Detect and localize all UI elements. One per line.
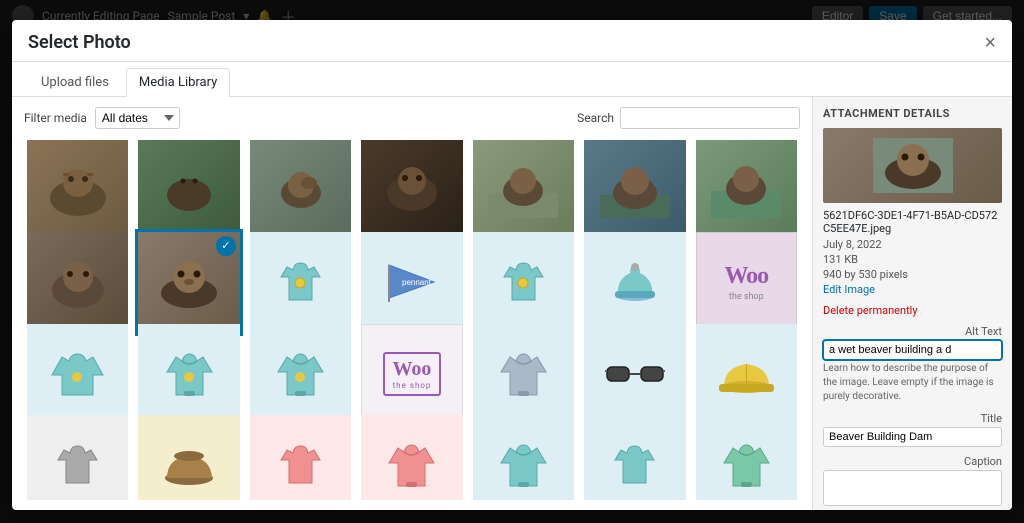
alt-text-label: Alt Text: [823, 325, 1002, 338]
media-grid: ✓: [24, 137, 800, 500]
alt-text-input[interactable]: [823, 340, 1002, 360]
attachment-date: July 8, 2022: [823, 238, 1002, 251]
alt-text-field: Alt Text Learn how to describe the purpo…: [823, 325, 1002, 404]
modal-body: Filter media All dates July 2022 June 20…: [12, 97, 1012, 510]
attachment-thumbnail: [823, 128, 1002, 203]
title-field: Title: [823, 412, 1002, 447]
media-item[interactable]: [24, 412, 131, 500]
title-label: Title: [823, 412, 1002, 425]
alt-text-hint: Learn how to describe the purpose of the…: [823, 362, 1002, 404]
select-photo-modal: Select Photo × Upload files Media Librar…: [12, 20, 1012, 510]
media-item[interactable]: [693, 412, 800, 500]
tab-media-library[interactable]: Media Library: [126, 68, 230, 97]
media-item[interactable]: [581, 412, 688, 500]
modal-header: Select Photo ×: [12, 20, 1012, 62]
caption-field: Caption: [823, 455, 1002, 510]
svg-text:pennant: pennant: [402, 278, 432, 287]
attachment-filename: 5621DF6C-3DE1-4F71-B5AD-CD572C5EE47E.jpe…: [823, 209, 1002, 235]
modal-close-button[interactable]: ×: [984, 33, 996, 53]
media-item[interactable]: [135, 412, 242, 500]
attachment-sidebar-title: ATTACHMENT DETAILS: [823, 107, 1002, 120]
media-item[interactable]: [247, 412, 354, 500]
tab-upload[interactable]: Upload files: [28, 68, 122, 96]
delete-permanently-link[interactable]: Delete permanently: [823, 304, 1002, 317]
attachment-sidebar: ATTACHMENT DETAILS 5621DF6C-3DE1-4F71-B5…: [812, 97, 1012, 510]
attachment-filesize: 131 KB: [823, 253, 1002, 266]
selected-checkmark: ✓: [216, 236, 236, 256]
filter-dates-select[interactable]: All dates July 2022 June 2022: [95, 107, 180, 129]
caption-textarea[interactable]: [823, 470, 1002, 506]
filter-section: Filter media All dates July 2022 June 20…: [24, 107, 180, 129]
modal-tabs: Upload files Media Library: [12, 62, 1012, 97]
search-section: Search: [577, 107, 800, 129]
caption-label: Caption: [823, 455, 1002, 468]
media-item[interactable]: [358, 412, 465, 500]
media-item[interactable]: [470, 412, 577, 500]
title-input[interactable]: [823, 427, 1002, 447]
modal-title: Select Photo: [28, 32, 131, 53]
search-label: Search: [577, 111, 614, 125]
modal-overlay: Select Photo × Upload files Media Librar…: [0, 0, 1024, 523]
search-input[interactable]: [620, 107, 800, 129]
media-area: Filter media All dates July 2022 June 20…: [12, 97, 812, 510]
filter-label: Filter media: [24, 111, 87, 125]
media-toolbar: Filter media All dates July 2022 June 20…: [24, 107, 800, 129]
edit-image-link[interactable]: Edit Image: [823, 283, 1002, 296]
attachment-dimensions: 940 by 530 pixels: [823, 268, 1002, 281]
